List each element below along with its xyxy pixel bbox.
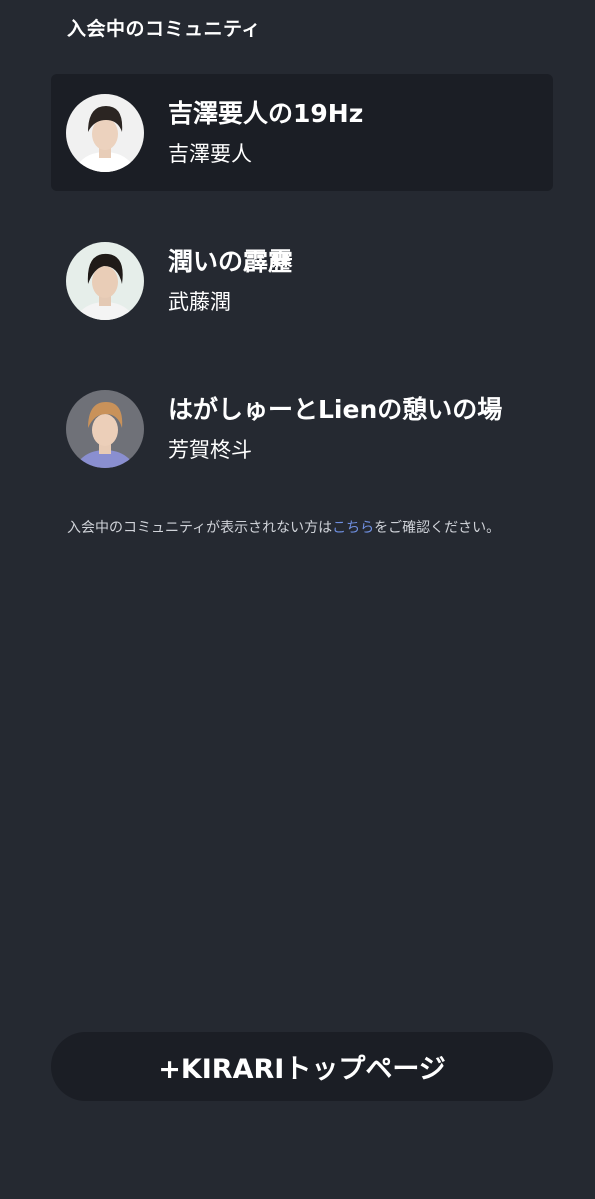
- page-title: 入会中のコミュニティ: [67, 18, 261, 40]
- avatar-image: [66, 390, 144, 468]
- avatar: [66, 94, 144, 172]
- avatar: [66, 390, 144, 468]
- notice-text-after: をご確認ください。: [374, 520, 501, 536]
- community-name: 潤いの霹靂: [168, 247, 294, 276]
- community-list: 吉澤要人の19Hz 吉澤要人 潤いの霹靂 武藤潤 はがしゅーとLienの憩いの場…: [51, 74, 553, 518]
- community-name: 吉澤要人の19Hz: [168, 99, 364, 128]
- owner-name: 芳賀柊斗: [168, 438, 252, 462]
- notice-text-before: 入会中のコミュニティが表示されない方は: [67, 520, 333, 536]
- community-item[interactable]: 潤いの霹靂 武藤潤: [51, 222, 553, 339]
- avatar-image: [66, 242, 144, 320]
- notice-link[interactable]: こちら: [332, 520, 374, 536]
- owner-name: 武藤潤: [168, 290, 231, 314]
- kirari-top-page-button[interactable]: +KIRARIトップページ: [51, 1032, 553, 1101]
- community-item[interactable]: 吉澤要人の19Hz 吉澤要人: [51, 74, 553, 191]
- missing-community-notice: 入会中のコミュニティが表示されない方はこちらをご確認ください。: [67, 518, 537, 539]
- community-name: はがしゅーとLienの憩いの場: [168, 395, 503, 424]
- avatar-image: [66, 94, 144, 172]
- community-item[interactable]: はがしゅーとLienの憩いの場 芳賀柊斗: [51, 370, 553, 487]
- owner-name: 吉澤要人: [168, 142, 252, 166]
- avatar: [66, 242, 144, 320]
